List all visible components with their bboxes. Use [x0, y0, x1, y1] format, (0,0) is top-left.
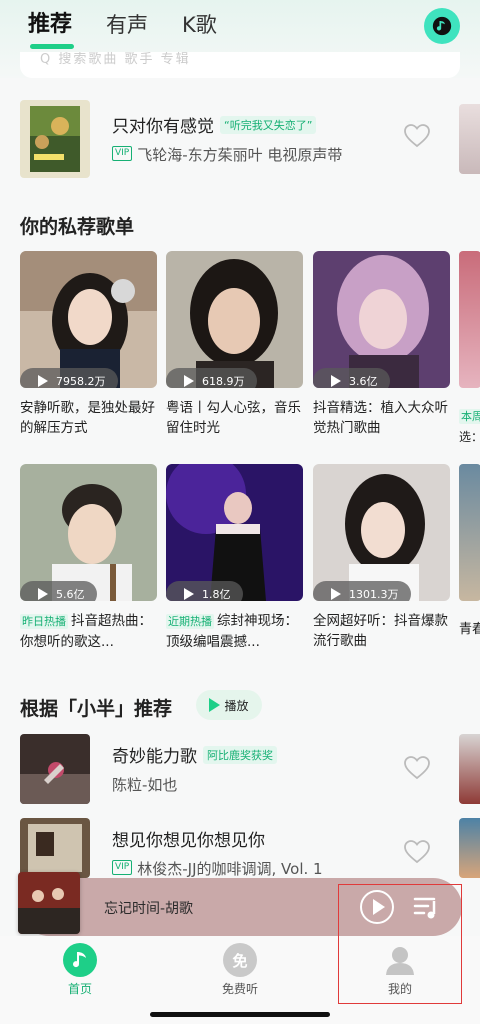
song-artist: VIP 林俊杰-JJ的咖啡调调, Vol. 1: [112, 858, 323, 879]
song-tag: “听完我又失恋了”: [220, 116, 317, 134]
playlist-card[interactable]: 1.8亿 近期热播 综封神现场：顶级编唱震撼...: [166, 464, 303, 651]
play-count-badge: 1.8亿: [166, 581, 243, 601]
song-artist-text: 林俊杰-JJ的咖啡调调, Vol. 1: [137, 860, 323, 878]
playlist-cover: 1301.3万: [313, 464, 450, 601]
song-title: 只对你有感觉 “听完我又失恋了”: [112, 112, 317, 137]
heart-icon[interactable]: [404, 756, 430, 780]
free-listen-icon: 免: [223, 943, 257, 977]
song-title: 奇妙能力歌 阿比鹿奖获奖: [112, 742, 277, 767]
playlist-title: 昨日热播 抖音超热曲：你想听的歌这...: [20, 611, 160, 651]
playlist-title: 安静听歌，是独处最好的解压方式: [20, 400, 155, 436]
play-count: 5.6亿: [56, 588, 85, 601]
tab-recommend[interactable]: 推荐: [28, 10, 72, 40]
play-icon: [184, 375, 194, 387]
play-count: 3.6亿: [349, 375, 378, 388]
song-artist: 陈粒-如也: [112, 776, 178, 794]
song-artist: VIP 飞轮海-东方茱丽叶 电视原声带: [112, 144, 342, 165]
play-count-badge: 1301.3万: [313, 581, 411, 601]
heart-icon[interactable]: [404, 840, 430, 864]
play-icon: [331, 375, 341, 387]
playlist-cover: 3.6亿: [313, 251, 450, 388]
mini-player-title: 忘记时间-胡歌: [104, 901, 194, 917]
next-song-peek[interactable]: [459, 104, 480, 174]
song-row[interactable]: 想见你想见你想见你 VIP 林俊杰-JJ的咖啡调调, Vol. 1: [20, 818, 460, 878]
playlist-title: 近期热播 综封神现场：顶级编唱震撼...: [166, 611, 306, 651]
play-count: 1301.3万: [349, 588, 399, 601]
active-tab-indicator: [30, 44, 74, 49]
song-title-text: 只对你有感觉: [112, 117, 214, 137]
play-icon: [38, 588, 48, 600]
peek-text: 选：: [459, 430, 480, 444]
music-note-icon: [432, 16, 452, 36]
nav-free-listen[interactable]: 免 免费听: [200, 943, 280, 997]
nav-label: 免费听: [221, 982, 258, 996]
playlist-peek[interactable]: [459, 251, 480, 388]
top-header: 推荐 有声 K歌 Q 搜索歌曲 歌手 专辑: [0, 0, 480, 78]
heart-icon[interactable]: [404, 124, 430, 148]
song-artist-text: 飞轮海-东方茱丽叶 电视原声带: [137, 146, 343, 164]
play-count-badge: 5.6亿: [20, 581, 97, 601]
section-title-recommend: 根据「小半」推荐: [20, 698, 173, 720]
song-cover: [20, 100, 90, 178]
hot-tag: 本周: [459, 409, 480, 424]
music-note-button[interactable]: [424, 8, 460, 44]
search-bar[interactable]: Q 搜索歌曲 歌手 专辑: [20, 52, 460, 78]
hot-tag: 近期热播: [166, 614, 214, 629]
play-icon: [209, 698, 221, 712]
tab-audio[interactable]: 有声: [106, 10, 148, 40]
playlist-card[interactable]: 5.6亿 昨日热播 抖音超热曲：你想听的歌这...: [20, 464, 157, 651]
play-icon: [38, 375, 48, 387]
play-all-label: 播放: [224, 698, 249, 713]
song-title: 想见你想见你想见你: [112, 831, 265, 851]
playlist-card[interactable]: 1301.3万 全网超好听：抖音爆款流行歌曲: [313, 464, 450, 651]
top-tabs: 推荐 有声 K歌: [28, 10, 251, 40]
playlist-cover: 5.6亿: [20, 464, 157, 601]
next-song-peek[interactable]: [459, 818, 480, 878]
play-count-badge: 3.6亿: [313, 368, 390, 388]
home-note-icon: [63, 943, 97, 977]
home-indicator: [150, 1012, 330, 1017]
play-all-button[interactable]: 播放: [196, 690, 262, 720]
playlist-cover: 7958.2万: [20, 251, 157, 388]
highlight-box: [338, 884, 462, 1004]
play-count-badge: 7958.2万: [20, 368, 118, 388]
next-song-peek[interactable]: [459, 734, 480, 804]
play-count: 1.8亿: [202, 588, 231, 601]
play-count: 618.9万: [202, 375, 245, 388]
song-title-text: 奇妙能力歌: [112, 747, 197, 767]
section-title-private: 你的私荐歌单: [20, 216, 135, 238]
playlist-card[interactable]: 618.9万 粤语丨勾人心弦，音乐留住时光: [166, 251, 303, 438]
playlist-title: 粤语丨勾人心弦，音乐留住时光: [166, 400, 301, 436]
play-count: 7958.2万: [56, 375, 106, 388]
play-icon: [331, 588, 341, 600]
mini-player-cover[interactable]: [18, 872, 80, 934]
play-icon: [184, 588, 194, 600]
play-count-badge: 618.9万: [166, 368, 257, 388]
song-cover: [20, 734, 90, 804]
playlist-title: 全网超好听：抖音爆款流行歌曲: [313, 613, 448, 649]
vip-badge: VIP: [112, 146, 133, 161]
song-cover: [20, 818, 90, 878]
hot-tag: 昨日热播: [20, 614, 68, 629]
song-tag: 阿比鹿奖获奖: [203, 746, 277, 764]
playlist-cover: 618.9万: [166, 251, 303, 388]
playlist-title: 抖音精选：植入大众听觉热门歌曲: [313, 400, 448, 436]
search-placeholder: Q 搜索歌曲 歌手 专辑: [40, 52, 191, 67]
playlist-card[interactable]: 7958.2万 安静听歌，是独处最好的解压方式: [20, 251, 157, 438]
song-row[interactable]: 奇妙能力歌 阿比鹿奖获奖 陈粒-如也: [20, 734, 460, 804]
playlist-card[interactable]: 3.6亿 抖音精选：植入大众听觉热门歌曲: [313, 251, 450, 438]
song-row[interactable]: 只对你有感觉 “听完我又失恋了” VIP 飞轮海-东方茱丽叶 电视原声带: [20, 100, 460, 180]
tab-karaoke[interactable]: K歌: [182, 10, 217, 40]
playlist-cover: 1.8亿: [166, 464, 303, 601]
playlist-peek[interactable]: [459, 464, 480, 601]
vip-badge: VIP: [112, 860, 133, 875]
playlist-peek-title: 本周选：: [459, 406, 480, 447]
playlist-peek-title: 青春的歌: [459, 622, 480, 637]
nav-label: 首页: [67, 982, 92, 996]
nav-home[interactable]: 首页: [40, 943, 120, 997]
